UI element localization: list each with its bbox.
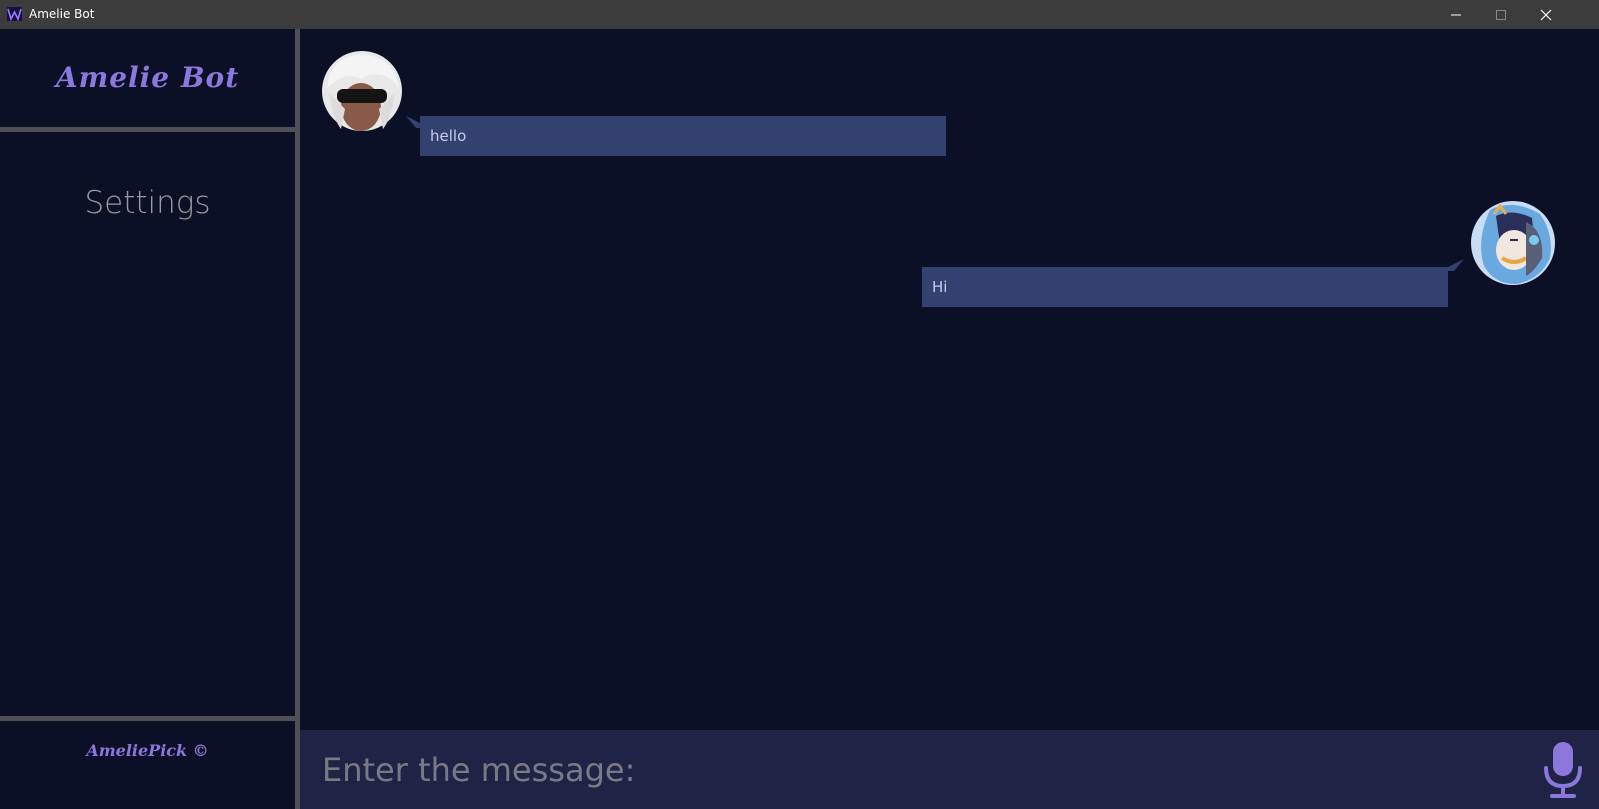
app-logo-icon [7,7,22,21]
footer-copyright: AmeliePick © [86,741,209,760]
user-avatar [1470,200,1556,286]
sidebar-divider-top [0,127,295,132]
bot-message-bubble: hello [420,116,946,156]
user-message-bubble: Hi [922,267,1448,307]
microphone-icon [1544,742,1582,798]
window-titlebar: Amelie Bot [0,0,1599,29]
maximize-icon [1496,9,1506,20]
message-input[interactable] [320,744,1504,796]
chat-area: hello Hi [300,29,1599,730]
brand-title: Amelie Bot [55,61,240,94]
bot-avatar [319,49,405,135]
maximize-button[interactable] [1478,0,1524,29]
settings-button[interactable]: Settings [0,185,295,221]
window-title: Amelie Bot [29,7,95,21]
sidebar: Amelie Bot Settings AmeliePick © [0,29,295,809]
close-icon [1540,9,1552,20]
minimize-button[interactable] [1433,0,1479,29]
message-input-bar [300,730,1599,809]
minimize-icon [1451,14,1461,15]
sidebar-divider-bottom [0,716,295,721]
microphone-button[interactable] [1542,740,1584,800]
close-button[interactable] [1523,0,1569,29]
